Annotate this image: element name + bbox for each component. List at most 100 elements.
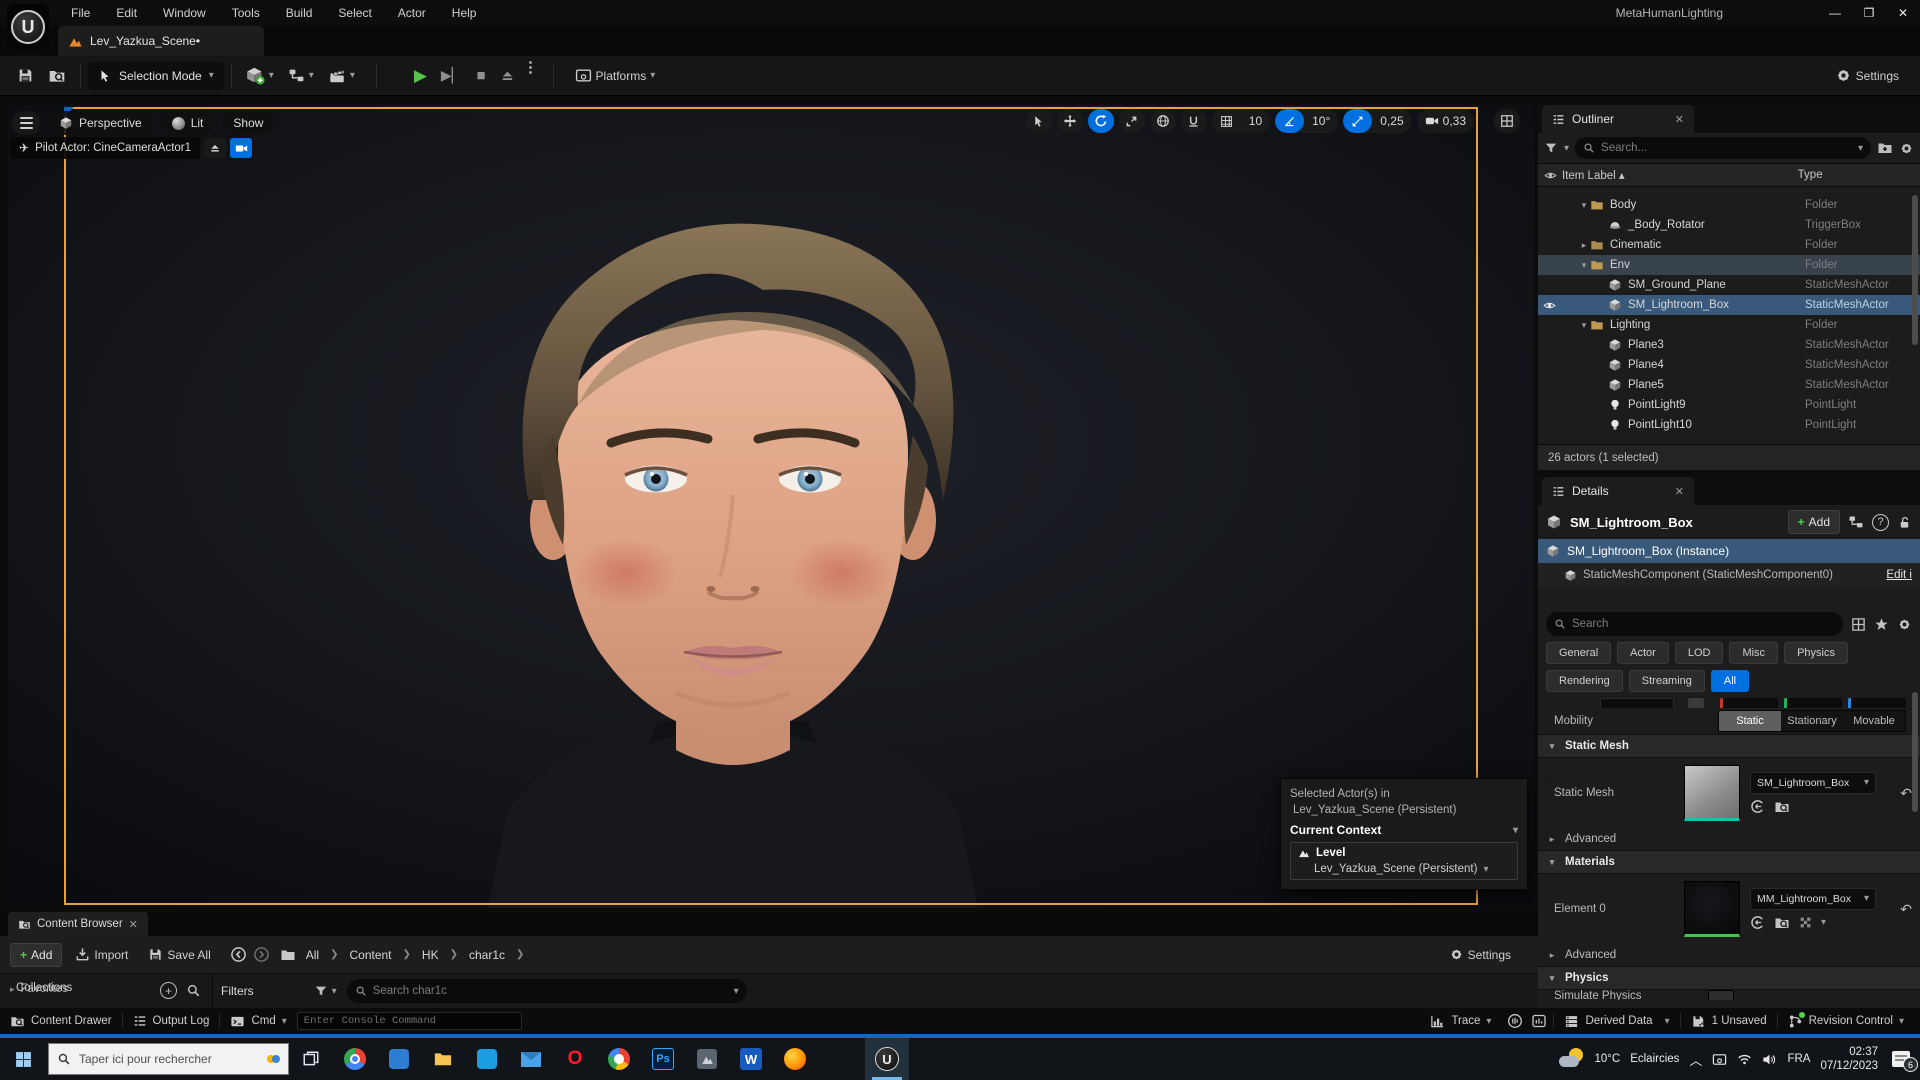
- content-browser-tab[interactable]: Content Browser ✕: [8, 912, 148, 936]
- platforms-dropdown[interactable]: Platforms ▾: [568, 61, 663, 91]
- outliner-row-cinematic[interactable]: ▸ Cinematic Folder: [1538, 235, 1920, 255]
- app-icon-blue[interactable]: [377, 1038, 421, 1080]
- cb-add-button[interactable]: + Add: [10, 942, 63, 967]
- texture-options-icon[interactable]: [1799, 916, 1812, 929]
- blueprints-button[interactable]: ▾: [281, 61, 321, 91]
- menu-window[interactable]: Window: [150, 0, 219, 26]
- cb-settings-button[interactable]: Settings: [1442, 940, 1518, 970]
- mobility-stationary[interactable]: Stationary: [1781, 711, 1843, 731]
- weather-temp[interactable]: 10°C: [1595, 1053, 1621, 1065]
- outliner-search[interactable]: ▾: [1575, 137, 1871, 159]
- cb-back-icon[interactable]: [230, 946, 247, 963]
- category-general[interactable]: General: [1546, 642, 1612, 664]
- collections-label[interactable]: Collections: [16, 982, 72, 994]
- content-drawer-button[interactable]: Content Drawer: [0, 1008, 122, 1034]
- cb-import-button[interactable]: Import: [68, 940, 135, 970]
- physics-section-header[interactable]: ▾ Physics: [1538, 966, 1920, 990]
- weather-icon[interactable]: [1558, 1048, 1585, 1070]
- cmd-dropdown[interactable]: Cmd ▾: [220, 1008, 296, 1034]
- derived-data-dropdown[interactable]: Derived Data ▾: [1554, 1008, 1679, 1034]
- type-column[interactable]: Type: [1798, 169, 1823, 181]
- context-collapse-chevron[interactable]: ▾: [1513, 825, 1518, 836]
- outliner-row-pointlight10[interactable]: PointLight10 PointLight: [1538, 415, 1920, 435]
- outliner-row-lighting[interactable]: ▾ Lighting Folder: [1538, 315, 1920, 335]
- details-search-input[interactable]: [1572, 618, 1835, 630]
- category-lod[interactable]: LOD: [1674, 642, 1724, 664]
- scale-snap-value[interactable]: 0,25: [1372, 109, 1411, 133]
- outliner-row-env[interactable]: ▾ Env Folder: [1538, 255, 1920, 275]
- word-icon[interactable]: W: [729, 1038, 773, 1080]
- material-asset-dropdown[interactable]: MM_Lightroom_Box ▾: [1750, 887, 1876, 910]
- cb-search[interactable]: ▾: [346, 979, 747, 1003]
- file-explorer-icon[interactable]: [421, 1038, 465, 1080]
- menu-actor[interactable]: Actor: [385, 0, 439, 26]
- outliner-row-plane5[interactable]: Plane5 StaticMeshActor: [1538, 375, 1920, 395]
- taskbar-search[interactable]: Taper ici pour rechercher: [48, 1043, 289, 1075]
- menu-edit[interactable]: Edit: [103, 0, 150, 26]
- outliner-search-input[interactable]: [1601, 142, 1852, 154]
- add-actor-button[interactable]: ▾: [239, 61, 281, 91]
- edit-in-blueprint-link[interactable]: Edit i: [1886, 569, 1912, 581]
- content-browser-close-icon[interactable]: ✕: [129, 918, 138, 931]
- stop-piloting-button[interactable]: [204, 138, 227, 158]
- add-collection-icon[interactable]: +: [160, 982, 177, 999]
- search-highlights-icon[interactable]: [267, 1055, 280, 1063]
- visibility-column-icon[interactable]: [1544, 169, 1557, 182]
- category-misc[interactable]: Misc: [1729, 642, 1779, 664]
- console-command-input[interactable]: [296, 1012, 522, 1030]
- details-settings-icon[interactable]: [1897, 617, 1912, 632]
- instance-row[interactable]: SM_Lightroom_Box (Instance): [1538, 539, 1920, 563]
- cb-forward-icon[interactable]: [253, 946, 270, 963]
- outliner-filter-icon[interactable]: [1544, 141, 1558, 155]
- row-visibility-eye-icon[interactable]: [1543, 299, 1556, 312]
- task-view-icon[interactable]: [289, 1038, 333, 1080]
- chrome-icon[interactable]: [333, 1038, 377, 1080]
- browse-content-button[interactable]: [41, 61, 73, 91]
- camera-view-toggle[interactable]: [230, 138, 253, 158]
- outliner-row-pointlight9[interactable]: PointLight9 PointLight: [1538, 395, 1920, 415]
- lit-dropdown[interactable]: Lit: [160, 111, 215, 135]
- category-all[interactable]: All: [1710, 670, 1750, 692]
- play-options-menu[interactable]: [522, 60, 539, 91]
- app-icon-teal[interactable]: [465, 1038, 509, 1080]
- scale-snap-control[interactable]: 0,25: [1343, 109, 1412, 133]
- rotation-snap-control[interactable]: 10°: [1275, 109, 1339, 133]
- details-close-icon[interactable]: ✕: [1675, 485, 1684, 498]
- browse-to-asset-icon[interactable]: [1774, 799, 1790, 815]
- mail-icon[interactable]: [509, 1038, 553, 1080]
- static-mesh-asset-dropdown[interactable]: SM_Lightroom_Box ▾: [1750, 771, 1876, 794]
- unreal-logo-icon[interactable]: U: [7, 4, 49, 50]
- outliner-row-plane4[interactable]: Plane4 StaticMeshActor: [1538, 355, 1920, 375]
- cb-search-input[interactable]: [372, 985, 728, 997]
- cinematics-button[interactable]: ▾: [321, 61, 362, 91]
- trace-dropdown[interactable]: Trace ▾: [1420, 1008, 1501, 1034]
- cb-filter-funnel-icon[interactable]: [314, 984, 328, 998]
- stop-button[interactable]: ■: [469, 61, 492, 91]
- grid-snap-control[interactable]: 10: [1211, 109, 1271, 133]
- level-dropdown-chevron[interactable]: ▾: [1483, 864, 1488, 875]
- details-search[interactable]: [1546, 612, 1843, 636]
- viewport-options-menu[interactable]: [12, 111, 40, 135]
- reset-material-icon[interactable]: ↶: [1900, 901, 1912, 918]
- reset-property-icon[interactable]: ↶: [1900, 785, 1912, 802]
- category-streaming[interactable]: Streaming: [1628, 670, 1705, 692]
- category-actor[interactable]: Actor: [1617, 642, 1669, 664]
- outliner-settings-icon[interactable]: [1899, 141, 1914, 156]
- materials-advanced-row[interactable]: ▸ Advanced: [1538, 944, 1920, 966]
- outliner-scrollbar[interactable]: [1912, 195, 1918, 345]
- outliner-close-icon[interactable]: ✕: [1675, 113, 1684, 126]
- language-indicator[interactable]: FRA: [1787, 1053, 1810, 1065]
- materials-section-header[interactable]: ▾ Materials: [1538, 850, 1920, 874]
- unreal-engine-taskbar-icon[interactable]: U: [865, 1038, 909, 1080]
- menu-file[interactable]: File: [58, 0, 103, 26]
- outliner-filter-chevron[interactable]: ▾: [1564, 143, 1569, 154]
- notification-center-icon[interactable]: 6: [1888, 1046, 1918, 1072]
- tray-expand-chevron[interactable]: ︿: [1689, 1050, 1702, 1069]
- camera-speed-control[interactable]: 0,33: [1416, 109, 1474, 133]
- menu-select[interactable]: Select: [325, 0, 384, 26]
- menu-tools[interactable]: Tools: [219, 0, 273, 26]
- browse-to-material-icon[interactable]: [1774, 915, 1790, 931]
- menu-help[interactable]: Help: [439, 0, 490, 26]
- rotation-snap-value[interactable]: 10°: [1304, 109, 1338, 133]
- move-tool[interactable]: [1056, 109, 1083, 133]
